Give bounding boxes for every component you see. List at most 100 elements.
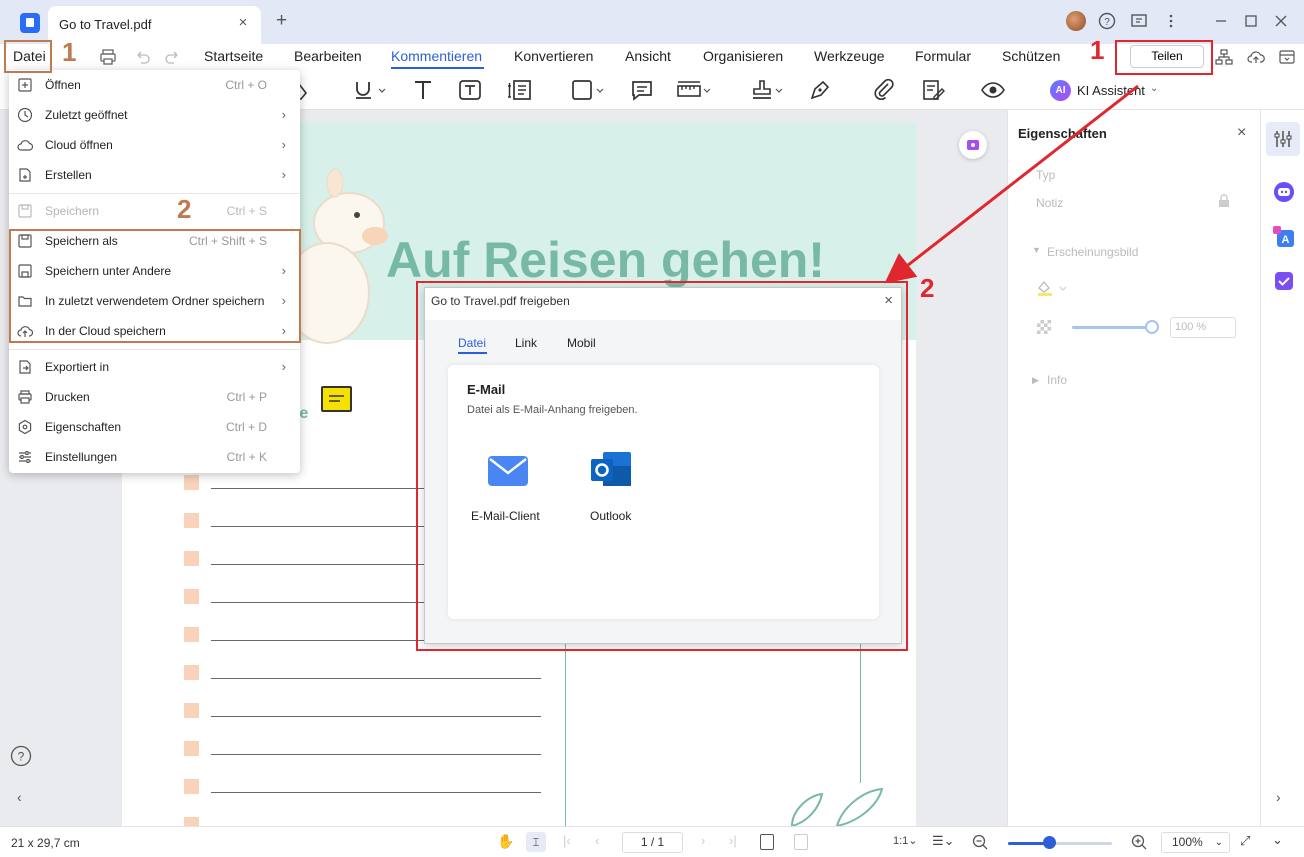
callout-icon[interactable] — [506, 79, 532, 101]
cloud-upload-icon[interactable] — [1247, 48, 1265, 66]
sticky-note-icon[interactable] — [321, 386, 352, 412]
zoom-in-icon[interactable] — [1131, 834, 1147, 850]
connect-icon[interactable] — [1215, 48, 1233, 66]
file-menu-label: Erstellen — [45, 168, 92, 182]
svg-text:A: A — [1282, 234, 1290, 246]
task-check-icon[interactable] — [1273, 270, 1295, 292]
annotation-number: 1 — [1090, 35, 1105, 65]
zoom-slider[interactable] — [1008, 842, 1112, 845]
file-menu-item-exportiert[interactable]: Exportiert in › — [9, 352, 300, 382]
last-page-icon[interactable]: ›| — [729, 833, 737, 848]
help-bottom-icon[interactable]: ? — [10, 745, 32, 767]
feedback-icon[interactable] — [1129, 11, 1149, 31]
file-menu-label: Drucken — [45, 390, 90, 404]
collapse-left-icon[interactable]: ‹ — [17, 789, 22, 805]
close-window-icon[interactable] — [1271, 11, 1291, 31]
close-properties-icon[interactable]: × — [1237, 124, 1246, 142]
maximize-icon[interactable] — [1241, 11, 1261, 31]
first-page-icon[interactable]: |‹ — [563, 833, 571, 848]
menu-ansicht[interactable]: Ansicht — [625, 48, 671, 64]
file-menu-item-oeffnen[interactable]: Öffnen Ctrl + O — [9, 70, 300, 100]
signature-pen-icon[interactable] — [808, 79, 832, 101]
llama-illustration — [287, 168, 388, 344]
zoom-slider-thumb[interactable] — [1043, 836, 1056, 849]
textbox-icon[interactable] — [458, 79, 482, 101]
menu-organisieren[interactable]: Organisieren — [703, 48, 783, 64]
zoom-select[interactable]: 100% ⌄ — [1161, 832, 1230, 853]
zoom-out-icon[interactable] — [972, 834, 988, 850]
stamp-icon[interactable] — [750, 79, 786, 101]
save-icon — [17, 203, 33, 219]
file-menu-item-erstellen[interactable]: Erstellen › — [9, 160, 300, 190]
extract-page-icon[interactable] — [794, 834, 808, 850]
minimize-icon[interactable] — [1211, 11, 1231, 31]
file-menu-item-eigenschaften[interactable]: Eigenschaften Ctrl + D — [9, 412, 300, 442]
undo-icon[interactable] — [133, 48, 151, 66]
document-tab[interactable]: Go to Travel.pdf × — [48, 6, 261, 44]
file-menu-item-einstellungen[interactable]: Einstellungen Ctrl + K — [9, 442, 300, 472]
file-menu-item-cloud-oeffnen[interactable]: Cloud öffnen › — [9, 130, 300, 160]
right-side-rail: A › — [1260, 110, 1304, 826]
lock-icon[interactable] — [1218, 194, 1230, 208]
properties-rail-icon[interactable] — [1266, 122, 1300, 156]
file-menu-label: Eigenschaften — [45, 420, 122, 434]
fullscreen-icon[interactable]: ⤢ — [1240, 833, 1250, 849]
annotation-box-datei — [4, 40, 52, 73]
next-page-icon[interactable]: › — [701, 833, 705, 848]
text-icon[interactable] — [412, 79, 434, 101]
fit-page-icon[interactable]: 1:1⌄ — [893, 834, 918, 847]
menu-formular[interactable]: Formular — [915, 48, 971, 64]
new-tab-icon[interactable]: + — [276, 11, 292, 30]
info-chevron-icon[interactable]: ▶ — [1032, 375, 1039, 386]
menu-bearbeiten[interactable]: Bearbeiten — [294, 48, 362, 64]
submenu-arrow-icon: › — [281, 359, 286, 374]
measure-icon[interactable] — [676, 79, 714, 101]
opacity-input[interactable]: 100 % — [1170, 317, 1236, 338]
prev-page-icon[interactable]: ‹ — [595, 833, 599, 848]
file-menu-shortcut: Ctrl + O — [225, 78, 267, 92]
file-menu-item-speichern[interactable]: Speichern Ctrl + S — [9, 196, 300, 226]
print-icon[interactable] — [99, 48, 117, 66]
file-menu-label: Öffnen — [45, 78, 81, 92]
menu-werkzeuge[interactable]: Werkzeuge — [814, 48, 885, 64]
file-menu-label: Einstellungen — [45, 450, 118, 464]
collapse-panel-icon[interactable] — [1278, 48, 1296, 66]
annotation-number: 1 — [62, 37, 77, 67]
opacity-icon — [1037, 320, 1051, 334]
cloud-icon — [17, 137, 33, 153]
status-more-icon[interactable]: ⌄ — [1272, 832, 1283, 848]
open-plus-icon — [17, 77, 33, 93]
ai-robot-icon[interactable] — [1273, 181, 1295, 203]
shape-icon[interactable] — [571, 79, 607, 101]
file-menu-item-drucken[interactable]: Drucken Ctrl + P — [9, 382, 300, 412]
file-menu-item-zuletzt[interactable]: Zuletzt geöffnet › — [9, 100, 300, 130]
app-logo-icon — [20, 13, 40, 33]
translate-icon[interactable]: A — [1273, 226, 1295, 248]
list-line — [211, 678, 541, 679]
annotation-number: 2 — [177, 194, 192, 224]
rotate-page-icon[interactable] — [760, 834, 774, 850]
page-layout-icon[interactable]: ☰⌄ — [932, 833, 955, 849]
list-line — [211, 716, 541, 717]
page-number-input[interactable]: 1 / 1 — [622, 832, 683, 853]
menu-kommentieren[interactable]: Kommentieren — [391, 48, 482, 64]
close-tab-icon[interactable]: × — [235, 15, 251, 31]
user-avatar[interactable] — [1066, 11, 1086, 31]
redo-icon[interactable] — [164, 48, 182, 66]
help-icon[interactable]: ? — [1097, 11, 1117, 31]
svg-text:?: ? — [18, 750, 25, 764]
select-tool-icon[interactable]: ⌶ — [526, 832, 546, 852]
menu-startseite[interactable]: Startseite — [204, 48, 263, 64]
ai-dropdown-chevron-icon[interactable]: ⌄ — [1150, 83, 1158, 94]
underline-icon[interactable] — [353, 79, 389, 101]
menu-konvertieren[interactable]: Konvertieren — [514, 48, 593, 64]
hand-tool-icon[interactable]: ✋ — [497, 833, 514, 850]
file-menu-shortcut: Ctrl + S — [226, 204, 267, 218]
more-options-icon[interactable] — [1161, 11, 1181, 31]
note-icon[interactable] — [630, 79, 654, 101]
opacity-slider-thumb[interactable] — [1145, 320, 1159, 334]
opacity-slider[interactable] — [1072, 326, 1152, 329]
menu-schuetzen[interactable]: Schützen — [1002, 48, 1060, 64]
expand-rail-icon[interactable]: › — [1276, 789, 1281, 805]
opacity-value: 100 % — [1175, 321, 1207, 333]
